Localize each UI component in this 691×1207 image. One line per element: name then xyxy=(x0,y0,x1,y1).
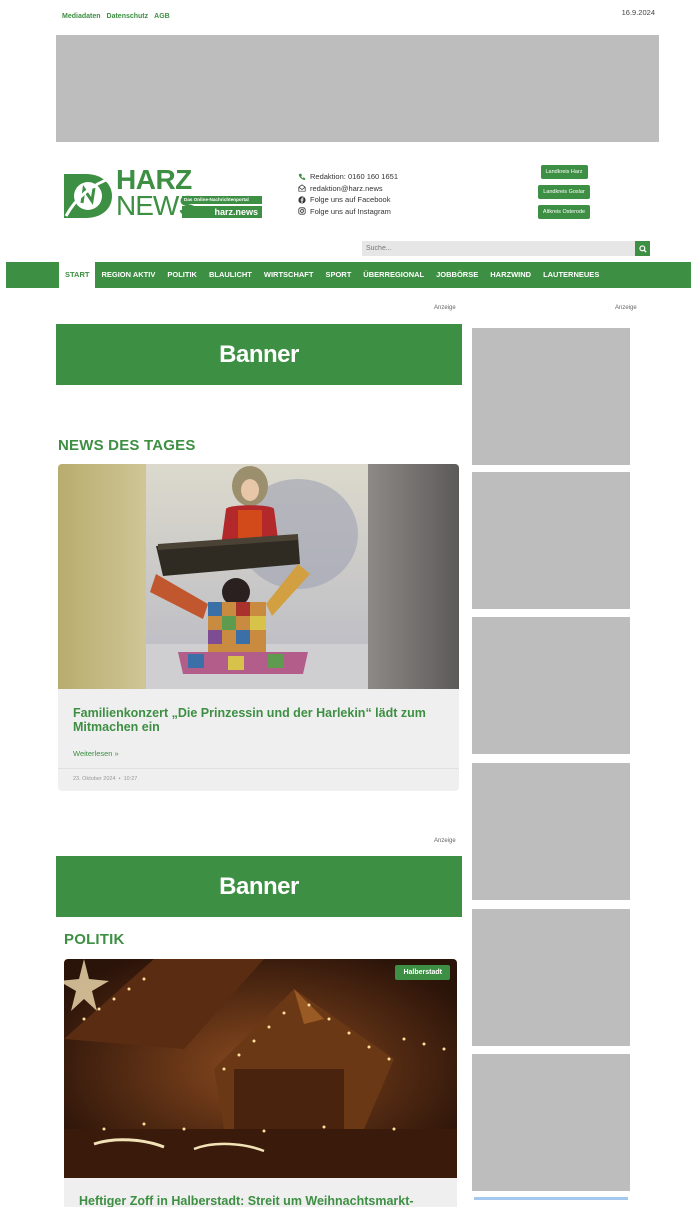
featured-article-image[interactable] xyxy=(58,464,459,689)
phone-icon xyxy=(298,173,306,180)
search-button[interactable] xyxy=(635,241,650,256)
nav-item-sport[interactable]: SPORT xyxy=(319,262,357,288)
nav-item-blaulicht[interactable]: BLAULICHT xyxy=(203,262,258,288)
contact-facebook[interactable]: Folge uns auf Facebook xyxy=(298,194,398,206)
nav-item-politik[interactable]: POLITIK xyxy=(161,262,203,288)
search-bar xyxy=(362,241,650,256)
link-mediadaten[interactable]: Mediadaten xyxy=(62,13,101,20)
banner-ad-1[interactable]: Banner xyxy=(56,324,462,385)
search-icon xyxy=(638,244,647,253)
logo-tagline: Das Online-Nachrichtenportal xyxy=(182,196,262,204)
ad-label-main: Anzeige xyxy=(434,305,456,311)
link-agb[interactable]: AGB xyxy=(154,13,170,20)
instagram-icon xyxy=(298,207,306,215)
contact-instagram[interactable]: Folge uns auf Instagram xyxy=(298,206,398,218)
sidebar-ad-2[interactable] xyxy=(472,472,630,609)
contact-info: Redaktion: 0160 160 1651 redaktion@harz.… xyxy=(298,171,398,217)
nav-item-harzwind[interactable]: HARZWIND xyxy=(484,262,537,288)
featured-article-card[interactable]: Familienkonzert „Die Prinzessin und der … xyxy=(58,464,459,791)
top-links: Mediadaten Datenschutz AGB xyxy=(62,13,170,20)
current-date: 16.9.2024 xyxy=(621,8,655,17)
contact-email[interactable]: redaktion@harz.news xyxy=(298,183,398,195)
sidebar-divider xyxy=(474,1197,628,1200)
banner-ad-2[interactable]: Banner xyxy=(56,856,462,917)
article-date: 23. Oktober 2024 xyxy=(73,776,116,782)
sidebar-ad-6[interactable] xyxy=(472,1054,630,1191)
envelope-icon xyxy=(298,184,306,192)
region-button-goslar[interactable]: Landkreis Goslar xyxy=(538,185,590,199)
article-meta: 23. Oktober 2024 • 10:27 xyxy=(73,776,137,782)
logo-domain: harz.news xyxy=(182,206,262,218)
region-button-osterode[interactable]: Altkreis Osterode xyxy=(537,205,591,219)
sidebar-ad-1[interactable] xyxy=(472,328,630,465)
contact-phone[interactable]: Redaktion: 0160 160 1651 xyxy=(298,171,398,183)
nav-item-jobboerse[interactable]: JOBBÖRSE xyxy=(430,262,484,288)
section-title-news-des-tages: NEWS DES TAGES xyxy=(58,437,196,454)
nav-item-region-aktiv[interactable]: REGION AKTIV xyxy=(95,262,161,288)
nav-item-start[interactable]: START xyxy=(59,262,96,288)
nav-item-lauterneues[interactable]: LAUTERNEUES xyxy=(537,262,605,288)
nav-item-ueberregional[interactable]: ÜBERREGIONAL xyxy=(357,262,430,288)
read-more-link[interactable]: Weiterlesen » xyxy=(73,749,119,758)
region-button-harz[interactable]: Landkreis Harz xyxy=(540,165,588,179)
nav-item-wirtschaft[interactable]: WIRTSCHAFT xyxy=(258,262,320,288)
search-input[interactable] xyxy=(362,241,635,256)
sidebar-ad-4[interactable] xyxy=(472,763,630,900)
top-ad-placeholder[interactable] xyxy=(56,35,659,142)
logo-mark-icon xyxy=(64,174,113,218)
section-title-politik: POLITIK xyxy=(64,931,125,948)
sidebar-ad-3[interactable] xyxy=(472,617,630,754)
site-logo[interactable]: HARZ NEWS Das Online-Nachrichtenportal h… xyxy=(62,164,267,222)
politik-article-card[interactable]: Halberstadt Heftiger Zoff in Halberstadt… xyxy=(64,959,457,1207)
card-divider xyxy=(58,768,459,769)
politik-article-title[interactable]: Heftiger Zoff in Halberstadt: Streit um … xyxy=(79,1194,457,1207)
politik-article-image[interactable] xyxy=(64,959,457,1178)
main-navigation: START REGION AKTIV POLITIK BLAULICHT WIR… xyxy=(6,262,691,288)
meta-separator: • xyxy=(117,776,123,782)
article-time: 10:27 xyxy=(123,776,138,782)
ad-label-sidebar: Anzeige xyxy=(615,305,637,311)
category-badge-halberstadt[interactable]: Halberstadt xyxy=(395,965,450,980)
ad-label-banner-2: Anzeige xyxy=(434,838,456,844)
featured-article-title[interactable]: Familienkonzert „Die Prinzessin und der … xyxy=(73,706,443,734)
facebook-icon xyxy=(298,196,306,204)
sidebar-ad-5[interactable] xyxy=(472,909,630,1046)
region-buttons: Landkreis Harz Landkreis Goslar Altkreis… xyxy=(530,165,598,219)
link-datenschutz[interactable]: Datenschutz xyxy=(107,13,149,20)
